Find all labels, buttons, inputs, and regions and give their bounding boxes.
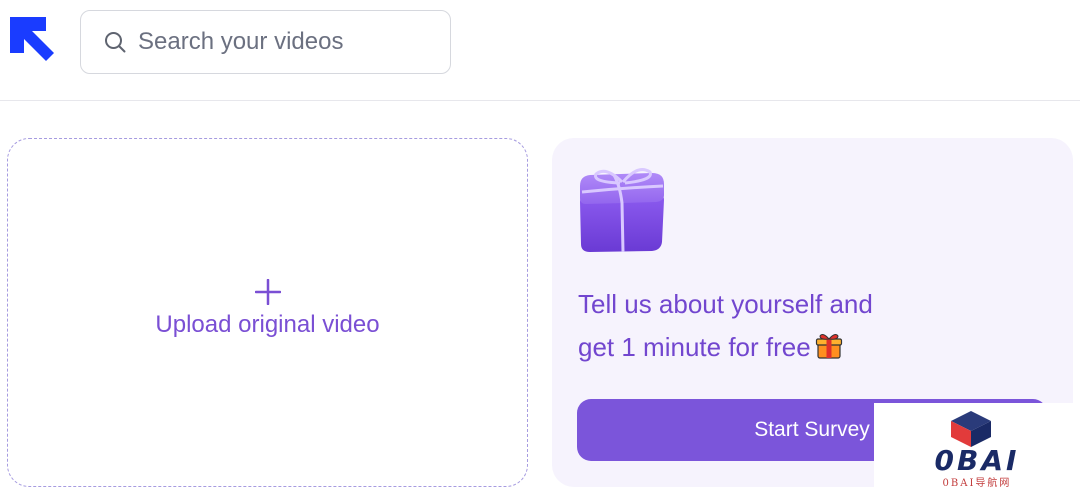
search-icon <box>105 32 126 53</box>
plus-icon <box>254 279 281 305</box>
upload-video-label: Upload original video <box>155 311 380 338</box>
gift-emoji-icon <box>815 334 842 359</box>
promo-line-2: get 1 minute for free <box>578 332 811 362</box>
promo-line-1: Tell us about yourself and <box>578 289 873 319</box>
search-input[interactable] <box>138 28 428 56</box>
upload-video-card[interactable]: Upload original video <box>7 138 528 487</box>
promo-line-2-row: get 1 minute for free <box>578 326 958 369</box>
search-box[interactable] <box>80 10 451 74</box>
cube-logo-icon <box>951 411 991 447</box>
watermark-subtitle: 0BAI导航网 <box>942 478 1012 489</box>
watermark-title: 0BAI <box>934 444 1020 477</box>
upload-content: Upload original video <box>8 279 527 339</box>
top-header <box>0 0 1080 101</box>
promo-message: Tell us about yourself and get 1 minute … <box>578 283 958 369</box>
arrow-up-left-logo-icon[interactable] <box>10 17 54 61</box>
watermark: 0BAI 0BAI导航网 <box>874 403 1080 493</box>
gift-box-icon <box>580 168 664 253</box>
